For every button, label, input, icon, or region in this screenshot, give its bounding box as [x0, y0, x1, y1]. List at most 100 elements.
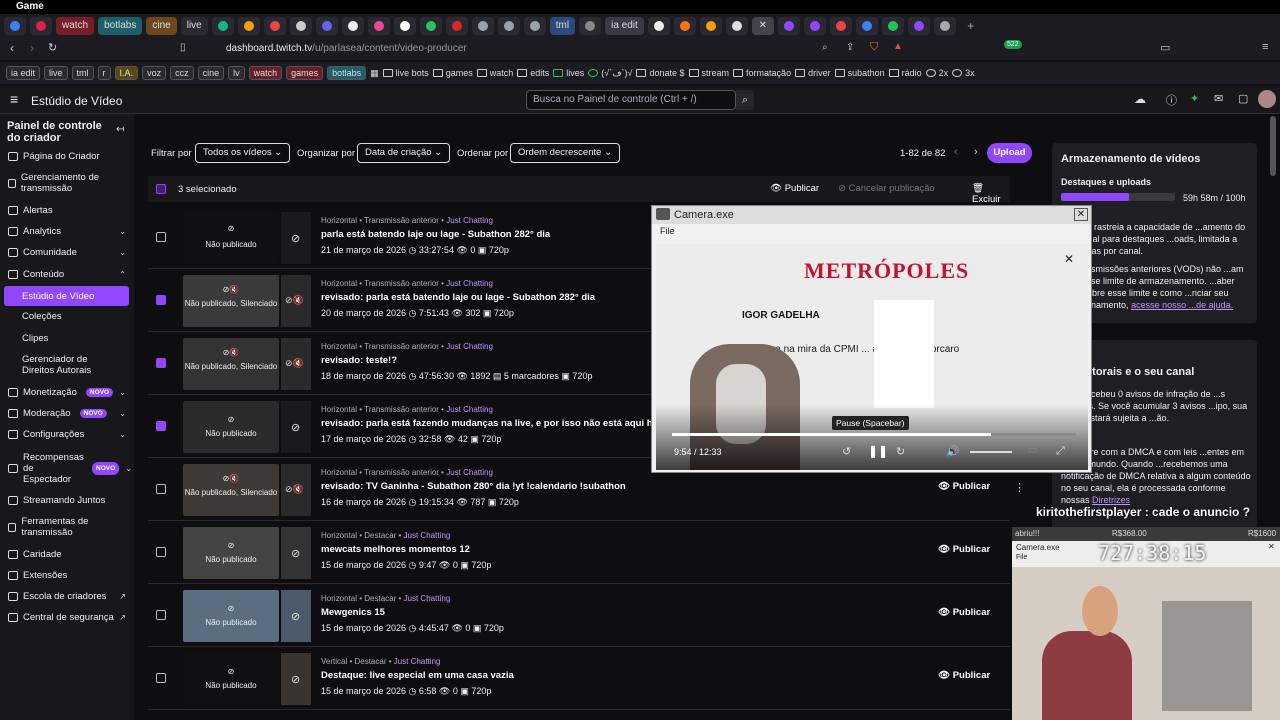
captions-icon[interactable]: ▭: [1028, 445, 1037, 456]
video-category[interactable]: Just Chatting: [446, 216, 493, 225]
bookmark-folder[interactable]: driver: [795, 68, 831, 78]
help-icon[interactable]: ⓘ: [1166, 92, 1177, 108]
bookmark-pill[interactable]: live: [44, 66, 68, 80]
help-link[interactable]: acesse nosso ...de ajuda.: [1131, 300, 1233, 310]
bookmark-pill[interactable]: ia edit: [6, 66, 41, 80]
bookmark-pill[interactable]: tml: [71, 66, 94, 80]
tab-icon[interactable]: [579, 17, 602, 35]
row-checkbox[interactable]: [156, 295, 166, 305]
inbox-icon[interactable]: ✉: [1214, 92, 1223, 105]
bookmark-folder[interactable]: donate $: [636, 68, 685, 78]
camera-window[interactable]: Camera.exe ✕ File METRÓPOLES IGOR GADELH…: [651, 205, 1092, 473]
tab-botlabs[interactable]: botlabs: [98, 17, 143, 35]
tab-icon[interactable]: [419, 17, 442, 35]
tab-icon[interactable]: [725, 17, 748, 35]
sidebar-item-charity[interactable]: Caridade: [8, 549, 62, 560]
tab-live[interactable]: live: [180, 17, 208, 35]
sidebar-item-viewer-rewards[interactable]: Recompensas de Espectador NOVO ⌄: [8, 452, 132, 485]
video-category[interactable]: Just Chatting: [446, 342, 493, 351]
tab-icon[interactable]: [523, 17, 546, 35]
tab-watch[interactable]: watch: [56, 17, 95, 35]
bookmark-pill[interactable]: cine: [197, 66, 225, 80]
video-category[interactable]: Just Chatting: [446, 405, 493, 414]
video-player[interactable]: METRÓPOLES IGOR GADELHA entra na mira da…: [656, 244, 1088, 470]
video-category[interactable]: Just Chatting: [446, 468, 493, 477]
collapse-sidebar-icon[interactable]: ↤: [116, 124, 124, 135]
table-row[interactable]: ⊘ Não publicado ⊘ Vertical • Destacar • J…: [148, 648, 1010, 710]
tab-icon[interactable]: [237, 17, 260, 35]
search-input[interactable]: Busca no Painel de controle (Ctrl + /): [526, 90, 736, 110]
whispers-icon[interactable]: ▢: [1238, 92, 1248, 105]
tab-icon[interactable]: [4, 17, 26, 35]
publish-button[interactable]: 👁 Publicar: [938, 544, 990, 555]
bookmark-icon[interactable]: ▯: [180, 42, 186, 53]
video-title[interactable]: revisado: parla está batendo laje ou lag…: [321, 292, 595, 303]
upload-button[interactable]: Upload: [987, 143, 1032, 163]
tab-icon[interactable]: [30, 17, 52, 35]
sidebar-item-broadcast-tools[interactable]: Ferramentas de transmissão: [8, 516, 118, 538]
video-thumbnail[interactable]: ⊘ Não publicado: [183, 653, 279, 705]
bookmark-folder[interactable]: live bots: [382, 68, 429, 78]
rewind-icon[interactable]: ↺: [842, 445, 851, 458]
tab-icon[interactable]: [445, 17, 468, 35]
video-title[interactable]: Destaque: live especial em uma casa vazi…: [321, 670, 514, 681]
video-category[interactable]: Just Chatting: [446, 279, 493, 288]
bookmark-folder[interactable]: rádio: [888, 68, 922, 78]
extension-icon[interactable]: ✦: [1190, 92, 1199, 105]
video-thumbnail[interactable]: ⊘ Não publicado: [183, 527, 279, 579]
sidebar-item-creator-page[interactable]: Página do Criador: [8, 151, 100, 162]
sidebar-item-monetization[interactable]: Monetização NOVO ⌄: [8, 387, 126, 398]
bulk-publish-button[interactable]: 👁 Publicar: [770, 183, 819, 194]
apps-grid-icon[interactable]: ▦: [370, 68, 379, 79]
order-dropdown[interactable]: Ordem decrescente ⌄: [510, 143, 621, 163]
bookmark-pill[interactable]: I.A.: [114, 66, 139, 80]
tab-icon[interactable]: [881, 17, 904, 35]
sidebar-item-collections[interactable]: Coleções: [22, 311, 62, 322]
avatar[interactable]: [1258, 90, 1276, 108]
forward-skip-icon[interactable]: ↻: [896, 445, 905, 458]
seek-bar[interactable]: [672, 433, 1076, 436]
video-thumbnail[interactable]: ⊘ Não publicado: [183, 212, 279, 264]
table-row[interactable]: ⊘ Não publicado ⊘ Horizontal • Destacar •…: [148, 522, 1010, 584]
hamburger-menu-icon[interactable]: ≡: [10, 91, 18, 107]
video-title[interactable]: revisado: TV Ganinha - Subathon 280° dia…: [321, 481, 626, 492]
back-icon[interactable]: ‹: [10, 41, 14, 55]
bookmark-pill[interactable]: botlabs: [327, 66, 367, 80]
fullscreen-icon[interactable]: ⤢: [1056, 445, 1065, 458]
row-checkbox[interactable]: [156, 484, 166, 494]
tab-icon[interactable]: [647, 17, 670, 35]
tab-icon[interactable]: [907, 17, 930, 35]
volume-icon[interactable]: 🔊: [946, 445, 960, 458]
filter-dropdown[interactable]: Todos os vídeos ⌄: [195, 143, 291, 163]
sidebar-item-settings[interactable]: Configurações ⌄: [8, 429, 126, 440]
brave-shield-icon[interactable]: ⛉: [870, 41, 878, 54]
video-thumbnail[interactable]: ⊘🔇 Não publicado, Silenciado: [183, 464, 279, 516]
volume-slider[interactable]: [970, 451, 1012, 453]
close-tab-icon[interactable]: ✕: [751, 17, 774, 35]
camera-window-titlebar[interactable]: Camera.exe: [652, 206, 1091, 224]
bookmark-folder[interactable]: stream: [688, 68, 729, 78]
url-field[interactable]: dashboard.twitch.tv/u/parlasea/content/v…: [200, 40, 920, 58]
sidebar-item-rights-manager[interactable]: Gerenciador de Direitos Autorais: [22, 354, 122, 376]
row-checkbox[interactable]: [156, 358, 166, 368]
tab-tml[interactable]: tml: [549, 17, 576, 35]
forward-icon[interactable]: ›: [30, 41, 34, 55]
tab-icon[interactable]: [315, 17, 338, 35]
video-category[interactable]: Just Chatting: [394, 657, 441, 666]
tab-icon[interactable]: [933, 17, 956, 35]
video-title[interactable]: mewcats melhores momentos 12: [321, 544, 470, 555]
bulk-delete-button[interactable]: 🗑 Excluir: [972, 183, 1010, 205]
video-thumbnail[interactable]: ⊘ Não publicado: [183, 401, 279, 453]
video-thumbnail[interactable]: ⊘ Não publicado: [183, 590, 279, 642]
bookmark-folder[interactable]: watch: [476, 68, 513, 78]
menu-icon[interactable]: ≡: [1262, 41, 1268, 53]
tab-icon[interactable]: [673, 17, 696, 35]
zoom-icon[interactable]: ⌕: [822, 42, 828, 53]
sidebar-toggle-icon[interactable]: ▭: [1160, 41, 1170, 54]
sidebar-item-moderation[interactable]: Moderação NOVO ⌄: [8, 408, 126, 419]
bookmark-pill[interactable]: lv: [228, 66, 245, 80]
bookmark-folder[interactable]: 2x: [925, 68, 948, 78]
row-checkbox[interactable]: [156, 547, 166, 557]
video-title[interactable]: revisado: teste!?: [321, 355, 397, 366]
row-checkbox[interactable]: [156, 232, 166, 242]
